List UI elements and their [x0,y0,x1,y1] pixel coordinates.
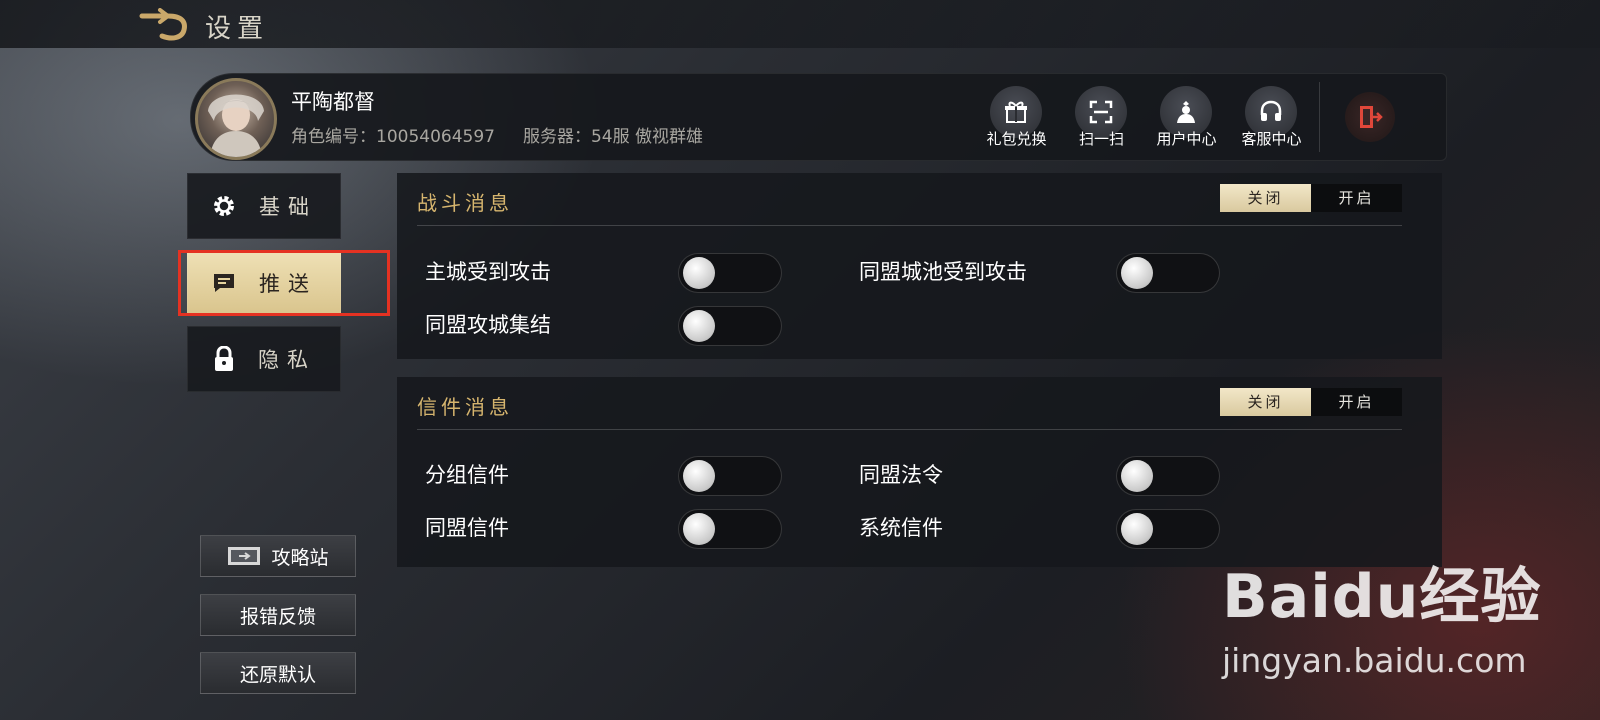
toggle-knob [1121,257,1153,289]
system-mail-toggle[interactable] [1116,509,1220,549]
toggle-knob [683,513,715,545]
main-city-attacked-toggle[interactable] [678,253,782,293]
all-off-option[interactable]: 关闭 [1220,184,1311,212]
report-error-label: 报错反馈 [239,605,316,628]
server-label: 服务器： [522,127,591,147]
panel-divider [417,225,1402,226]
battle-messages-switch: 关闭 开启 [1220,184,1402,212]
option-label: 系统信件 [859,516,943,540]
watermark-brand: Baidu经验 [1222,562,1542,632]
alliance-decree-toggle[interactable] [1116,456,1220,496]
option-label: 同盟城池受到攻击 [859,260,1027,284]
option-label: 分组信件 [425,463,509,487]
server-name: 54服 傲视群雄 [590,127,704,147]
guide-site-button[interactable]: 攻略站 [200,535,356,577]
mail-messages-switch: 关闭 开启 [1220,388,1402,416]
reset-default-label: 还原默认 [239,663,316,686]
all-on-option[interactable]: 开启 [1311,184,1402,212]
nav-item-label: 基础 [259,195,317,219]
back-button[interactable] [138,8,192,42]
mail-messages-panel: 信件消息 关闭 开启 分组信件 同盟法令 同盟信件 系统信件 [397,377,1442,567]
highlight-box [178,250,390,316]
profile-actions: 礼包兑换 扫一扫 用户中心 客服中心 [974,74,1314,160]
user-center-button[interactable]: 用户中心 [1144,74,1229,160]
panel-title: 信件消息 [417,395,513,419]
alliance-siege-rally-toggle[interactable] [678,306,782,346]
option-label: 同盟法令 [859,463,943,487]
toggle-knob [683,460,715,492]
all-on-option[interactable]: 开启 [1311,388,1402,416]
panel-divider [417,429,1402,430]
role-info: 角色编号：10054064597 服务器：54服 傲视群雄 [291,122,703,147]
customer-service-label: 客服中心 [1241,130,1302,148]
username: 平陶都督 [291,90,375,114]
page-title: 设置 [205,14,270,44]
avatar[interactable] [195,78,277,160]
alliance-city-attacked-toggle[interactable] [1116,253,1220,293]
toggle-knob [683,257,715,289]
group-mail-toggle[interactable] [678,456,782,496]
role-id: 10054064597 [376,127,495,147]
battle-messages-panel: 战斗消息 关闭 开启 主城受到攻击 同盟城池受到攻击 同盟攻城集结 [397,173,1442,359]
alliance-mail-toggle[interactable] [678,509,782,549]
user-center-label: 用户中心 [1156,130,1217,148]
scan-button[interactable]: 扫一扫 [1059,74,1144,160]
gift-redeem-label: 礼包兑换 [986,130,1047,148]
guide-site-label: 攻略站 [271,546,329,569]
customer-service-button[interactable]: 客服中心 [1229,74,1314,160]
back-arrow-icon [139,8,187,41]
option-label: 主城受到攻击 [425,260,551,284]
option-label: 同盟攻城集结 [425,313,551,337]
profile-card: 平陶都督 角色编号：10054064597 服务器：54服 傲视群雄 礼包兑换 [190,73,1447,161]
watermark-url: jingyan.baidu.com [1222,641,1527,680]
gift-redeem-button[interactable]: 礼包兑换 [974,74,1059,160]
gear-icon [214,196,234,216]
nav-item-label: 隐私 [258,348,316,372]
logout-button[interactable] [1345,92,1395,142]
report-error-button[interactable]: 报错反馈 [200,594,356,636]
avatar-portrait [208,94,264,157]
role-id-label: 角色编号： [291,127,376,147]
guide-book-icon [228,547,261,565]
panel-title: 战斗消息 [417,191,513,215]
nav-item-basic[interactable]: 基础 [187,173,341,239]
nav-item-privacy[interactable]: 隐私 [187,326,341,392]
logout-icon [1360,106,1383,128]
actions-divider [1319,82,1320,152]
headset-icon [1260,100,1282,121]
option-label: 同盟信件 [425,516,509,540]
scan-icon [1089,100,1113,124]
user-icon [1177,101,1195,123]
lock-icon [215,346,233,371]
gift-icon [1005,101,1027,123]
reset-default-button[interactable]: 还原默认 [200,652,356,694]
toggle-knob [683,310,715,342]
toggle-knob [1121,513,1153,545]
all-off-option[interactable]: 关闭 [1220,388,1311,416]
baidu-watermark: Baidu经验 jingyan.baidu.com [1222,548,1541,680]
top-bar: 设置 [0,0,1600,48]
toggle-knob [1121,460,1153,492]
scan-label: 扫一扫 [1078,130,1124,148]
